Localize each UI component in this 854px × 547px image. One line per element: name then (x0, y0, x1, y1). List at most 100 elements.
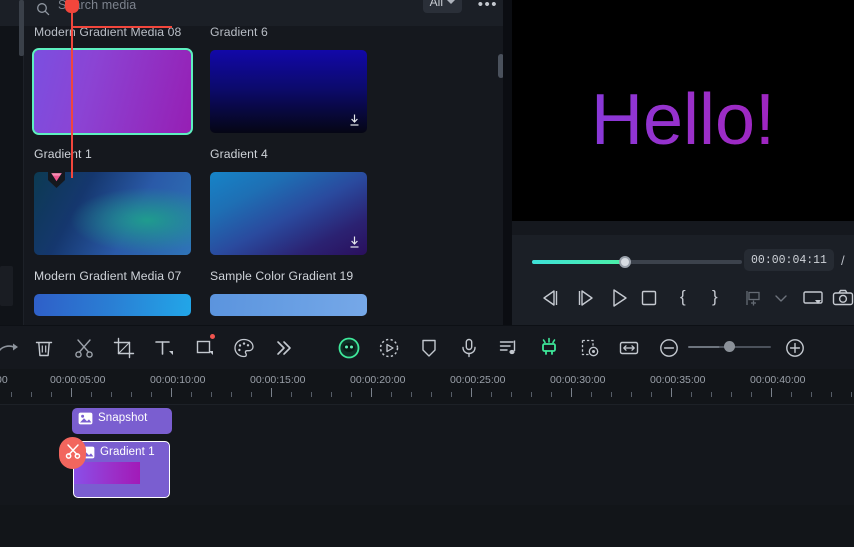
top-area: Search media All ••• Modern Gradient Med… (0, 0, 854, 325)
more-tools-button[interactable] (272, 336, 296, 360)
media-filter-dropdown[interactable]: All (422, 0, 462, 13)
ruler-label-0: 00 (0, 374, 8, 386)
ruler-tick-minor (191, 392, 192, 397)
color-button[interactable] (232, 336, 256, 360)
display-settings-button[interactable] (800, 285, 826, 311)
timeline-ruler[interactable]: 00 00:00:05:00 00:00:10:00 00:00:15:00 0… (0, 369, 854, 405)
media-filter-label: All (429, 0, 443, 9)
timecode-separator: / (841, 253, 845, 268)
crop-button[interactable] (112, 336, 136, 360)
media-grid: Modern Gradient Media 08 Gradient 6 Grad… (24, 25, 489, 325)
stop-button[interactable] (636, 285, 662, 311)
voice-button[interactable] (457, 336, 481, 360)
media-card-gradient-4[interactable] (210, 50, 367, 133)
ruler-label-1: 00:00:05:00 (50, 374, 106, 386)
timeline-panel: 00 00:00:05:00 00:00:10:00 00:00:15:00 0… (0, 369, 854, 547)
preview-text-overlay[interactable]: Hello! (512, 84, 854, 156)
shape-button[interactable] (193, 336, 217, 360)
media-grid-scroll-area[interactable]: Modern Gradient Media 08 Gradient 6 Grad… (0, 0, 512, 325)
player-controls: 00:00:04:11 / {} (512, 235, 854, 325)
chroma-key-button[interactable] (577, 336, 601, 360)
ruler-tick-minor (391, 392, 392, 397)
ruler-tick-minor (231, 392, 232, 397)
current-timecode[interactable]: 00:00:04:11 (744, 249, 834, 271)
ai-portrait-button[interactable] (337, 336, 361, 360)
auto-reframe-button[interactable] (377, 336, 401, 360)
media-card-row3-1[interactable] (34, 294, 191, 316)
card-label-gradient-1: Gradient 1 (34, 147, 92, 161)
video-preview-stage[interactable]: Hello! (512, 0, 854, 221)
ruler-tick-minor (711, 392, 712, 397)
playhead[interactable] (71, 0, 73, 178)
marker-dropdown-button[interactable] (768, 285, 794, 311)
media-card-gradient-1[interactable] (32, 48, 193, 135)
ruler-tick-minor (791, 392, 792, 397)
speed-button[interactable] (617, 336, 641, 360)
zoom-out-button[interactable] (657, 336, 681, 360)
delete-button[interactable] (32, 336, 56, 360)
mark-out-button[interactable]: } (712, 287, 718, 307)
media-panel-edge (503, 0, 512, 325)
ruler-label-8: 00:00:40:00 (750, 374, 806, 386)
ruler-tick-major (571, 388, 572, 397)
playback-progress-slider[interactable] (532, 256, 742, 268)
ruler-label-2: 00:00:10:00 (150, 374, 206, 386)
card-label-sample-color-gradient-19: Sample Color Gradient 19 (210, 269, 354, 283)
video-editor-window: Search media All ••• Modern Gradient Med… (0, 0, 854, 547)
ruler-label-6: 00:00:30:00 (550, 374, 606, 386)
text-button[interactable] (152, 336, 176, 360)
zoom-slider-handle[interactable] (724, 341, 735, 352)
add-marker-button[interactable] (740, 285, 766, 311)
mask-button[interactable] (417, 336, 441, 360)
split-at-playhead-button[interactable] (59, 437, 86, 469)
preview-panel: Hello! 00:00:04:11 / {} (512, 0, 854, 325)
ruler-tick-minor (451, 392, 452, 397)
ruler-tick-minor (351, 392, 352, 397)
ruler-label-3: 00:00:15:00 (250, 374, 306, 386)
ruler-tick-major (371, 388, 372, 397)
ruler-tick-major (71, 388, 72, 397)
transport-controls: { } (512, 285, 854, 315)
playhead-handle[interactable] (65, 0, 79, 13)
split-button[interactable] (72, 336, 96, 360)
progress-handle[interactable] (619, 256, 631, 268)
media-more-options-button[interactable]: ••• (478, 0, 498, 13)
ruler-label-5: 00:00:25:00 (450, 374, 506, 386)
ruler-tick-minor (311, 392, 312, 397)
clip-snapshot-label: Snapshot (98, 412, 148, 424)
ruler-label-7: 00:00:35:00 (650, 374, 706, 386)
ruler-tick-major (271, 388, 272, 397)
ruler-tick-minor (531, 392, 532, 397)
download-icon[interactable] (348, 235, 361, 249)
media-card-modern-gradient-07[interactable] (34, 169, 191, 255)
clip-snapshot[interactable]: Snapshot (72, 408, 172, 434)
smart-cutout-button[interactable] (537, 336, 561, 360)
ruler-tick-minor (211, 392, 212, 397)
card-title-previous-2: Gradient 6 (210, 25, 268, 39)
media-library-panel: Search media All ••• Modern Gradient Med… (0, 0, 512, 325)
ruler-tick-minor (131, 392, 132, 397)
zoom-in-button[interactable] (783, 336, 807, 360)
clip-gradient-1-label: Gradient 1 (100, 446, 155, 458)
ruler-tick-major (771, 388, 772, 397)
clip-gradient-1[interactable]: Gradient 1 (73, 441, 170, 498)
playhead-range-bar (72, 26, 172, 28)
media-card-row3-2[interactable] (210, 294, 367, 316)
ruler-tick-minor (551, 392, 552, 397)
scissors-icon (64, 442, 82, 465)
media-card-sample-color-gradient-19[interactable] (210, 172, 367, 255)
download-icon[interactable] (348, 113, 361, 127)
snapshot-button[interactable] (830, 285, 854, 311)
ruler-tick-minor (291, 392, 292, 397)
mark-in-button[interactable]: { (680, 287, 686, 307)
next-frame-button[interactable] (572, 285, 598, 311)
play-button[interactable] (606, 285, 632, 311)
prev-frame-button[interactable] (538, 285, 564, 311)
premium-gem-icon (48, 169, 65, 188)
redo-button[interactable] (0, 336, 20, 360)
search-icon (36, 2, 50, 16)
timeline-tracks[interactable]: Snapshot Gradient 1 (0, 405, 854, 547)
stage-bottom-strip (512, 221, 854, 235)
ruler-tick-major (171, 388, 172, 397)
audio-stretch-button[interactable] (497, 336, 521, 360)
